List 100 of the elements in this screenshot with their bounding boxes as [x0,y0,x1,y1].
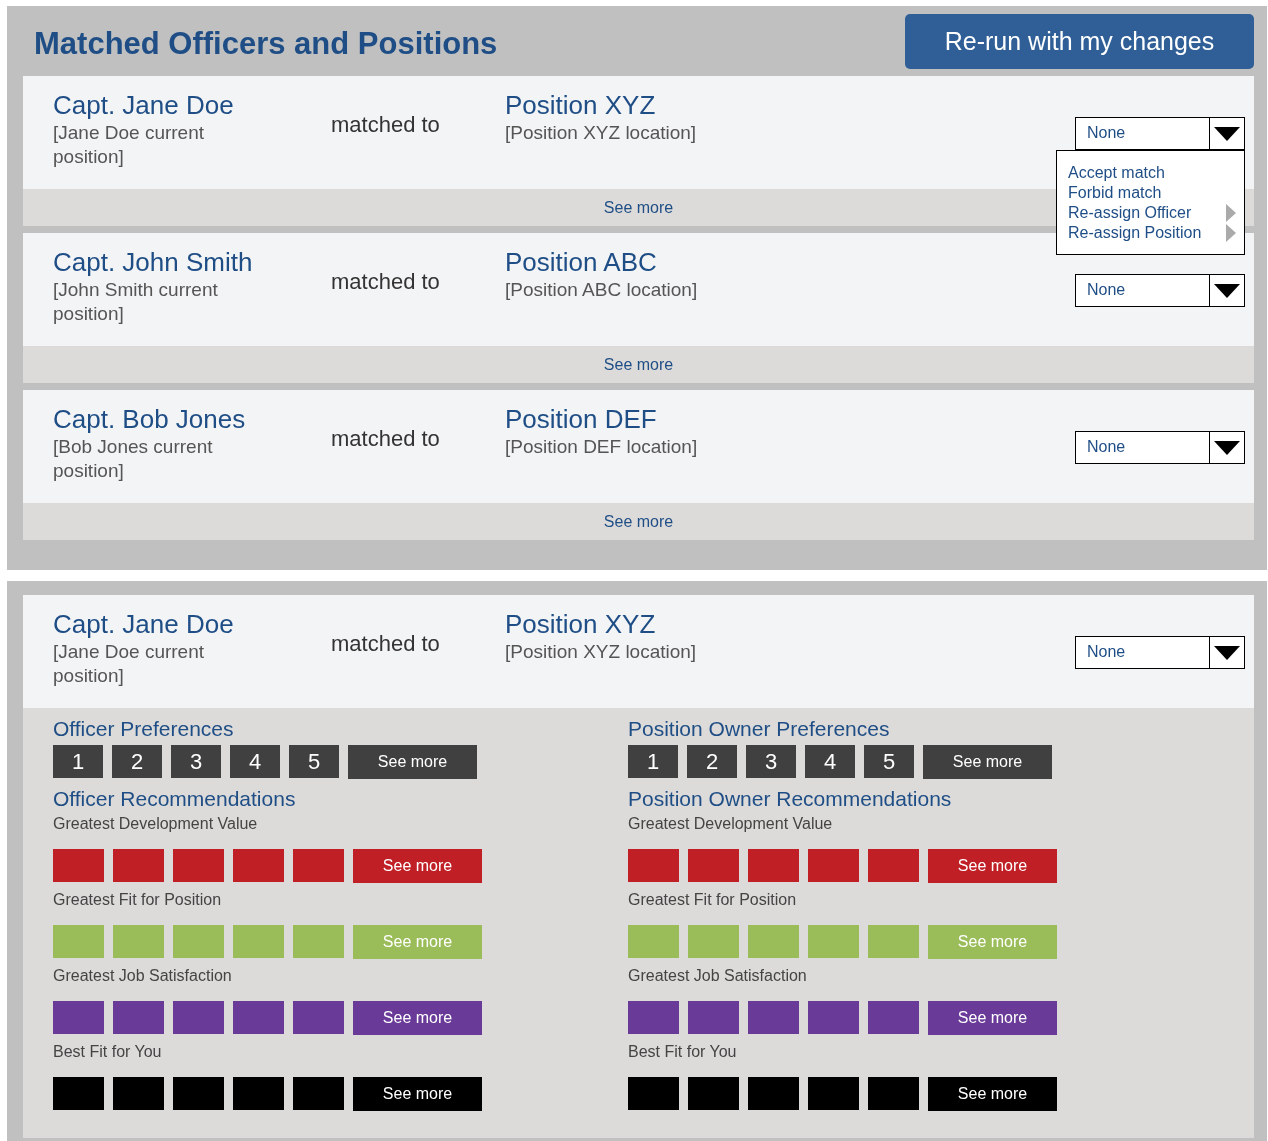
see-more-button[interactable]: See more [353,1001,482,1035]
officer-current-position: [Bob Jones current position] [53,435,214,484]
recommendation-slot[interactable] [53,1077,104,1110]
recommendation-slot[interactable] [868,849,919,882]
rank-button[interactable]: 1 [628,745,678,778]
page-title: Matched Officers and Positions [34,26,498,62]
recommendation-slot[interactable] [233,925,284,958]
rank-button[interactable]: 4 [805,745,855,778]
recommendation-slot[interactable] [53,1001,104,1034]
position-title: Position XYZ [505,90,657,122]
position-title: Position XYZ [505,609,657,641]
match-connector-label: matched to [331,269,441,296]
recommendation-slot[interactable] [628,925,679,958]
rank-button[interactable]: 3 [746,745,796,778]
recommendation-slot[interactable] [688,1077,739,1110]
rank-button[interactable]: 3 [171,745,221,778]
recommendation-slot[interactable] [748,1077,799,1110]
see-more-button[interactable]: See more [353,849,482,883]
recommendation-slot[interactable] [113,1077,164,1110]
officer-name: Capt. Jane Doe [53,90,235,122]
see-more-button[interactable]: See more [923,745,1052,779]
see-more-link[interactable]: See more [603,198,674,217]
see-more-button[interactable]: See more [928,849,1057,883]
recommendation-slot[interactable] [868,1077,919,1110]
recommendation-label: Greatest Development Value [53,815,259,834]
action-dropdown[interactable]: None [1075,636,1245,669]
officer-current-position: [Jane Doe current position] [53,640,206,689]
action-dropdown[interactable]: None [1075,117,1245,150]
see-more-button[interactable]: See more [353,1077,482,1111]
recommendation-slot[interactable] [748,1001,799,1034]
recommendation-slot[interactable] [293,1001,344,1034]
recommendation-slot[interactable] [808,1077,859,1110]
recommendation-slot[interactable] [808,1001,859,1034]
match-connector-label: matched to [331,426,441,453]
officer-name: Capt. Jane Doe [53,609,235,641]
action-dropdown[interactable]: None [1075,274,1245,307]
position-location: [Position XYZ location] [505,121,698,146]
recommendations-heading: Position Owner Recommendations [628,787,953,811]
menu-item[interactable]: Accept match [1068,164,1226,182]
recommendation-slot[interactable] [233,849,284,882]
see-more-link[interactable]: See more [603,355,674,374]
recommendation-slot[interactable] [628,1001,679,1034]
recommendation-slot[interactable] [628,1077,679,1110]
recommendation-slot[interactable] [173,1001,224,1034]
recommendation-slot[interactable] [53,925,104,958]
menu-item[interactable]: Re-assign Officer [1068,204,1226,222]
menu-item[interactable]: Re-assign Position [1068,224,1226,242]
recommendation-label: Greatest Fit for Position [628,891,798,910]
see-more-link[interactable]: See more [603,512,674,531]
menu-item[interactable]: Forbid match [1068,184,1226,202]
preferences-heading: Position Owner Preferences [628,717,891,741]
officer-name: Capt. Bob Jones [53,404,247,436]
rank-button[interactable]: 1 [53,745,103,778]
dropdown-arrow-icon [1214,283,1240,298]
recommendation-slot[interactable] [868,925,919,958]
see-more-button[interactable]: See more [928,1001,1057,1035]
recommendation-label: Greatest Job Satisfaction [53,967,233,986]
recommendation-slot[interactable] [113,925,164,958]
dropdown-arrow-icon [1214,440,1240,455]
action-dropdown[interactable]: None [1075,431,1245,464]
rank-button[interactable]: 5 [289,745,339,778]
preferences-heading: Officer Preferences [53,717,235,741]
recommendation-slot[interactable] [688,925,739,958]
recommendation-slot[interactable] [808,925,859,958]
recommendation-slot[interactable] [293,849,344,882]
position-location: [Position XYZ location] [505,640,698,665]
recommendation-slot[interactable] [293,1077,344,1110]
recommendation-label: Best Fit for You [53,1043,163,1062]
match-connector-label: matched to [331,112,441,139]
recommendation-slot[interactable] [628,849,679,882]
recommendation-slot[interactable] [808,849,859,882]
dropdown-arrow-icon [1214,126,1240,141]
recommendation-slot[interactable] [113,1001,164,1034]
recommendation-slot[interactable] [688,849,739,882]
rank-button[interactable]: 4 [230,745,280,778]
officer-name: Capt. John Smith [53,247,254,279]
recommendation-slot[interactable] [113,849,164,882]
recommendation-slot[interactable] [748,925,799,958]
recommendation-slot[interactable] [868,1001,919,1034]
rerun-button[interactable]: Re-run with my changes [905,14,1254,69]
officer-current-position: [John Smith current position] [53,278,219,327]
see-more-button[interactable]: See more [348,745,477,779]
position-title: Position DEF [505,404,658,436]
match-connector-label: matched to [331,631,441,658]
rank-button[interactable]: 2 [687,745,737,778]
recommendation-slot[interactable] [173,925,224,958]
recommendation-slot[interactable] [233,1001,284,1034]
recommendation-label: Greatest Job Satisfaction [628,967,808,986]
recommendation-slot[interactable] [688,1001,739,1034]
recommendation-slot[interactable] [53,849,104,882]
recommendation-label: Greatest Development Value [628,815,834,834]
officer-current-position: [Jane Doe current position] [53,121,206,170]
recommendation-slot[interactable] [173,1077,224,1110]
rank-button[interactable]: 2 [112,745,162,778]
recommendation-slot[interactable] [748,849,799,882]
see-more-button[interactable]: See more [928,1077,1057,1111]
recommendation-slot[interactable] [233,1077,284,1110]
rank-button[interactable]: 5 [864,745,914,778]
recommendation-slot[interactable] [173,849,224,882]
recommendation-slot[interactable] [293,925,344,958]
